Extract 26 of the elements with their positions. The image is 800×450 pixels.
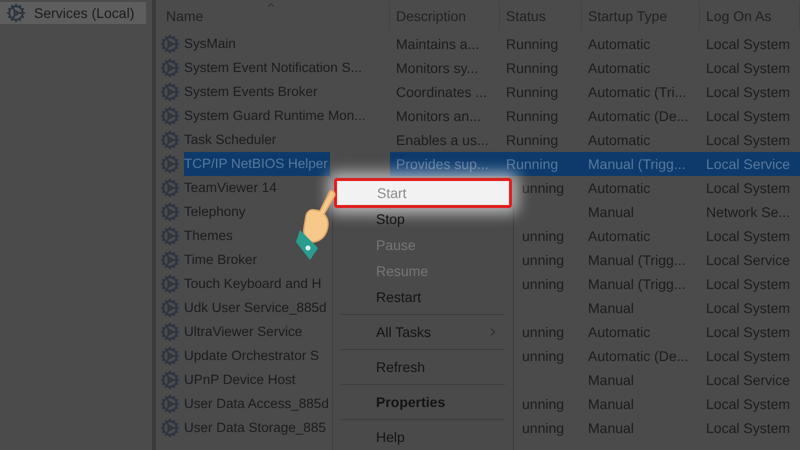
gear-icon bbox=[160, 154, 180, 174]
tree-item[interactable]: Services (Local) bbox=[0, 2, 146, 24]
log-on-cell: Local Service bbox=[700, 152, 800, 176]
status-cell: Running bbox=[500, 152, 582, 176]
gear-icon bbox=[160, 346, 180, 366]
gear-icon bbox=[6, 3, 26, 23]
gear-icon bbox=[160, 250, 180, 270]
gear-icon bbox=[160, 130, 180, 150]
gear-icon bbox=[160, 226, 180, 246]
gear-icon bbox=[160, 178, 180, 198]
startup-type-cell: Manual (Trigg... bbox=[582, 152, 700, 176]
gear-icon bbox=[160, 34, 180, 54]
gear-icon bbox=[160, 370, 180, 390]
gear-icon bbox=[160, 418, 180, 438]
gear-icon bbox=[160, 298, 180, 318]
service-name[interactable]: TCP/IP NetBIOS Helper bbox=[184, 152, 330, 176]
pointing-hand-icon bbox=[296, 190, 336, 262]
gear-icon bbox=[160, 274, 180, 294]
description-cell: Provides sup... bbox=[390, 152, 500, 176]
menu-item[interactable]: Stop bbox=[376, 208, 405, 230]
gear-icon bbox=[160, 58, 180, 78]
gear-icon bbox=[160, 322, 180, 342]
gear-icon bbox=[160, 394, 180, 414]
gear-icon bbox=[160, 106, 180, 126]
gear-icon bbox=[160, 82, 180, 102]
gear-icon bbox=[160, 202, 180, 222]
